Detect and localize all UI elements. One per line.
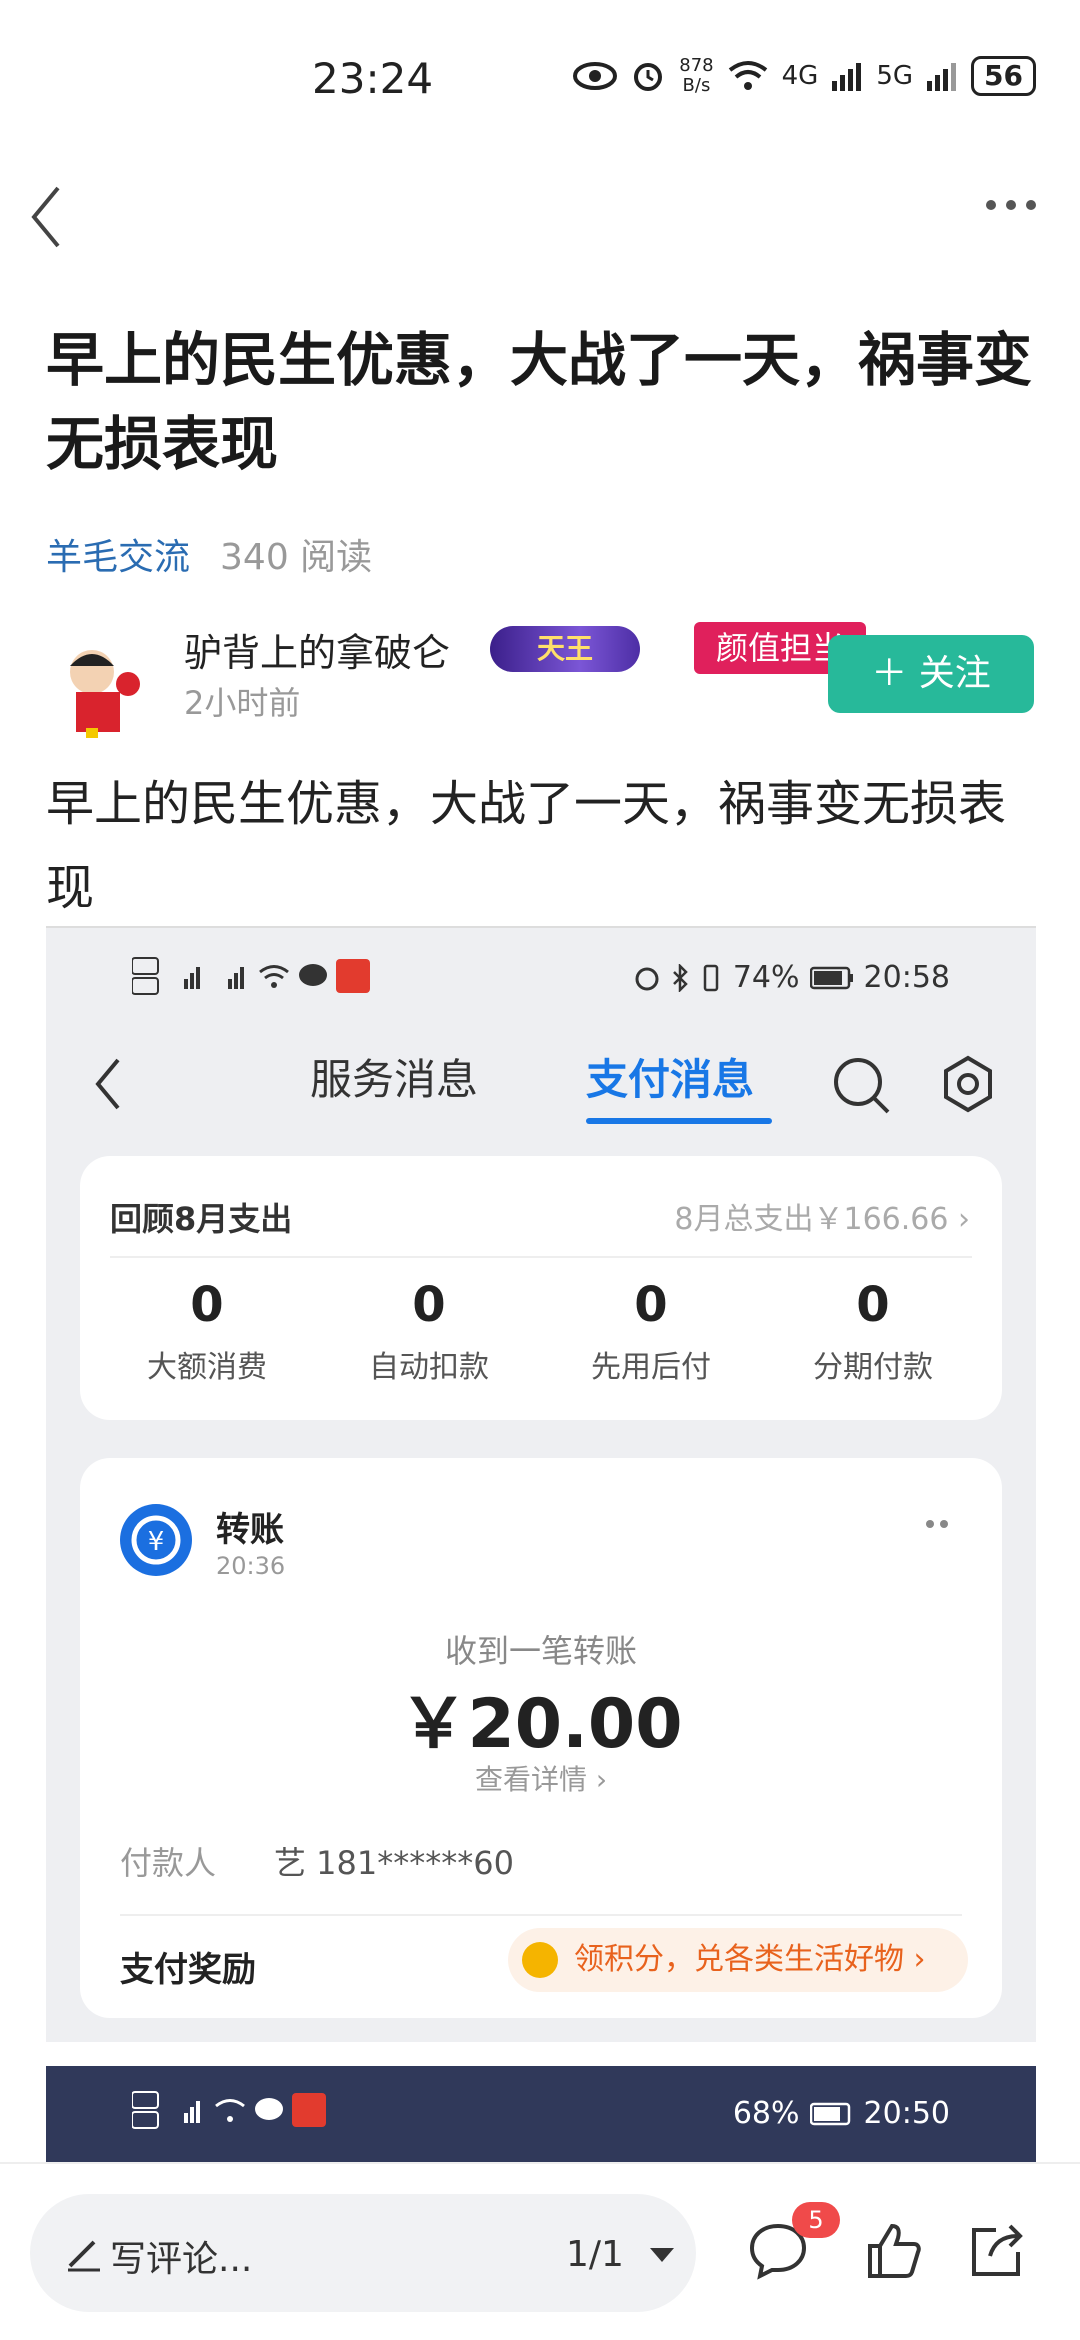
article-title: 早上的民生优惠，大战了一天，祸事变无损表现 — [46, 326, 1033, 478]
top-nav — [0, 170, 1080, 260]
transfer-title: 转账 — [216, 1510, 284, 1550]
review-title: 回顾8月支出 — [110, 1200, 293, 1238]
comment-placeholder: 写评论... — [110, 2239, 253, 2280]
wifi-icon — [259, 965, 289, 988]
gear-icon[interactable] — [938, 1054, 998, 1114]
hd-icon — [132, 2091, 159, 2129]
signal-5g: 5G — [876, 61, 914, 91]
comment-input[interactable]: 写评论... 1/1 — [30, 2194, 696, 2312]
signal-icon-2 — [228, 967, 244, 989]
embedded-battery-percent: 68% — [732, 2096, 800, 2131]
app-icon — [336, 959, 370, 993]
more-options-icon[interactable] — [986, 200, 1036, 210]
back-arrow-icon[interactable] — [26, 182, 66, 252]
category-link[interactable]: 羊毛交流 — [46, 528, 190, 580]
net-speed: 878 B/s — [679, 55, 714, 96]
chat-icon — [299, 964, 327, 986]
article-body: 早上的民生优惠，大战了一天，祸事变无损表现 — [46, 776, 1007, 916]
status-time: 23:24 — [312, 54, 434, 103]
embedded-time: 20:50 — [863, 2096, 950, 2131]
spending-review-card[interactable]: 回顾8月支出 8月总支出￥166.66 › 0 大额消费 0 自动扣款 0 先用后付 … — [80, 1156, 1002, 1420]
vibrate-icon — [703, 964, 719, 991]
wifi-icon — [215, 2099, 245, 2122]
battery-icon — [809, 2102, 850, 2125]
embedded-status-left — [132, 2090, 326, 2130]
reward-label: 支付奖励 — [120, 1950, 256, 1990]
embedded-battery-percent: 74% — [732, 960, 800, 995]
embedded-screenshot[interactable]: 74% 20:58 服务消息 支付消息 回顾8月支出 8月总支出￥166.66 … — [46, 926, 1036, 2042]
status-bar: 23:24 878 B/s 4G 5G 56 — [0, 0, 1080, 160]
page-indicator[interactable]: 1/1 — [566, 2234, 624, 2275]
active-tab-indicator — [586, 1118, 772, 1124]
transfer-card[interactable]: ¥ 转账 20:36 收到一笔转账 ￥20.00 查看详情 › 付款人 艺 18… — [80, 1458, 1002, 2018]
embedded-tabs: 服务消息 支付消息 — [46, 1036, 1036, 1126]
embedded-time: 20:58 — [863, 960, 950, 995]
article-meta: 羊毛交流 340 阅读 — [46, 528, 372, 580]
svg-text:¥: ¥ — [148, 1527, 165, 1557]
transfer-icon: ¥ — [120, 1504, 192, 1576]
eye-icon — [573, 62, 618, 90]
comment-count-badge: 5 — [792, 2202, 840, 2238]
wifi-icon — [728, 61, 767, 90]
payer-label: 付款人 — [120, 1844, 217, 1882]
embedded-screenshot-2[interactable]: 68% 20:50 — [46, 2066, 1036, 2166]
transfer-time: 20:36 — [216, 1552, 286, 1580]
review-stats: 0 大额消费 0 自动扣款 0 先用后付 0 分期付款 — [80, 1272, 1002, 1386]
author-name[interactable]: 驴背上的拿破仑 — [184, 622, 450, 677]
share-icon[interactable] — [966, 2220, 1026, 2280]
bottom-bar: 写评论... 1/1 5 — [0, 2162, 1080, 2340]
tab-service-messages[interactable]: 服务消息 — [310, 1046, 478, 1107]
signal-icon-2 — [927, 63, 957, 91]
battery-icon — [809, 966, 853, 989]
like-icon[interactable] — [864, 2220, 924, 2280]
signal-icon — [184, 967, 200, 989]
tab-payment-messages[interactable]: 支付消息 — [586, 1046, 754, 1107]
bluetooth-icon — [672, 963, 688, 992]
embedded-status-right: 68% 20:50 — [733, 2096, 950, 2131]
signal-4g: 4G — [781, 61, 819, 91]
stat-item[interactable]: 0 分期付款 — [762, 1272, 984, 1386]
post-time: 2小时前 — [184, 684, 301, 722]
pen-icon — [68, 2240, 100, 2272]
search-icon[interactable] — [830, 1054, 892, 1116]
chevron-down-icon[interactable] — [650, 2248, 674, 2262]
status-icons: 878 B/s 4G 5G 56 — [573, 56, 1036, 96]
signal-icon — [184, 2101, 200, 2123]
transfer-amount: ￥20.00 — [399, 1685, 683, 1764]
coin-icon — [522, 1942, 558, 1978]
divider — [110, 1256, 972, 1258]
embedded-status-left — [132, 956, 370, 996]
app-icon — [292, 2093, 326, 2127]
card-more-icon[interactable] — [926, 1520, 948, 1528]
divider — [120, 1914, 962, 1916]
stat-item[interactable]: 0 先用后付 — [540, 1272, 762, 1386]
transfer-received-label: 收到一笔转账 — [444, 1632, 637, 1670]
stat-item[interactable]: 0 大额消费 — [96, 1272, 318, 1386]
embedded-status-right: 74% 20:58 — [633, 960, 950, 995]
alarm-icon — [634, 63, 663, 91]
back-arrow-icon[interactable] — [90, 1054, 126, 1114]
battery-indicator: 56 — [971, 56, 1036, 96]
chat-icon — [255, 2098, 283, 2120]
stat-item[interactable]: 0 自动扣款 — [318, 1272, 540, 1386]
king-badge: 天王 — [490, 626, 640, 672]
reward-pill[interactable]: 领积分，兑各类生活好物 › — [508, 1928, 968, 1992]
avatar[interactable] — [46, 632, 156, 742]
view-details-link[interactable]: 查看详情 › — [80, 1758, 1002, 1798]
alarm-icon — [635, 967, 659, 990]
signal-icon — [832, 63, 862, 91]
payer-value: 艺 181******60 — [274, 1844, 514, 1882]
review-total[interactable]: 8月总支出￥166.66 › — [674, 1194, 970, 1238]
read-count: 340 阅读 — [220, 537, 373, 578]
follow-button[interactable]: ＋ 关注 — [828, 635, 1034, 713]
hd-icon — [132, 957, 159, 995]
embedded-status-bar: 74% 20:58 — [46, 928, 1036, 1028]
